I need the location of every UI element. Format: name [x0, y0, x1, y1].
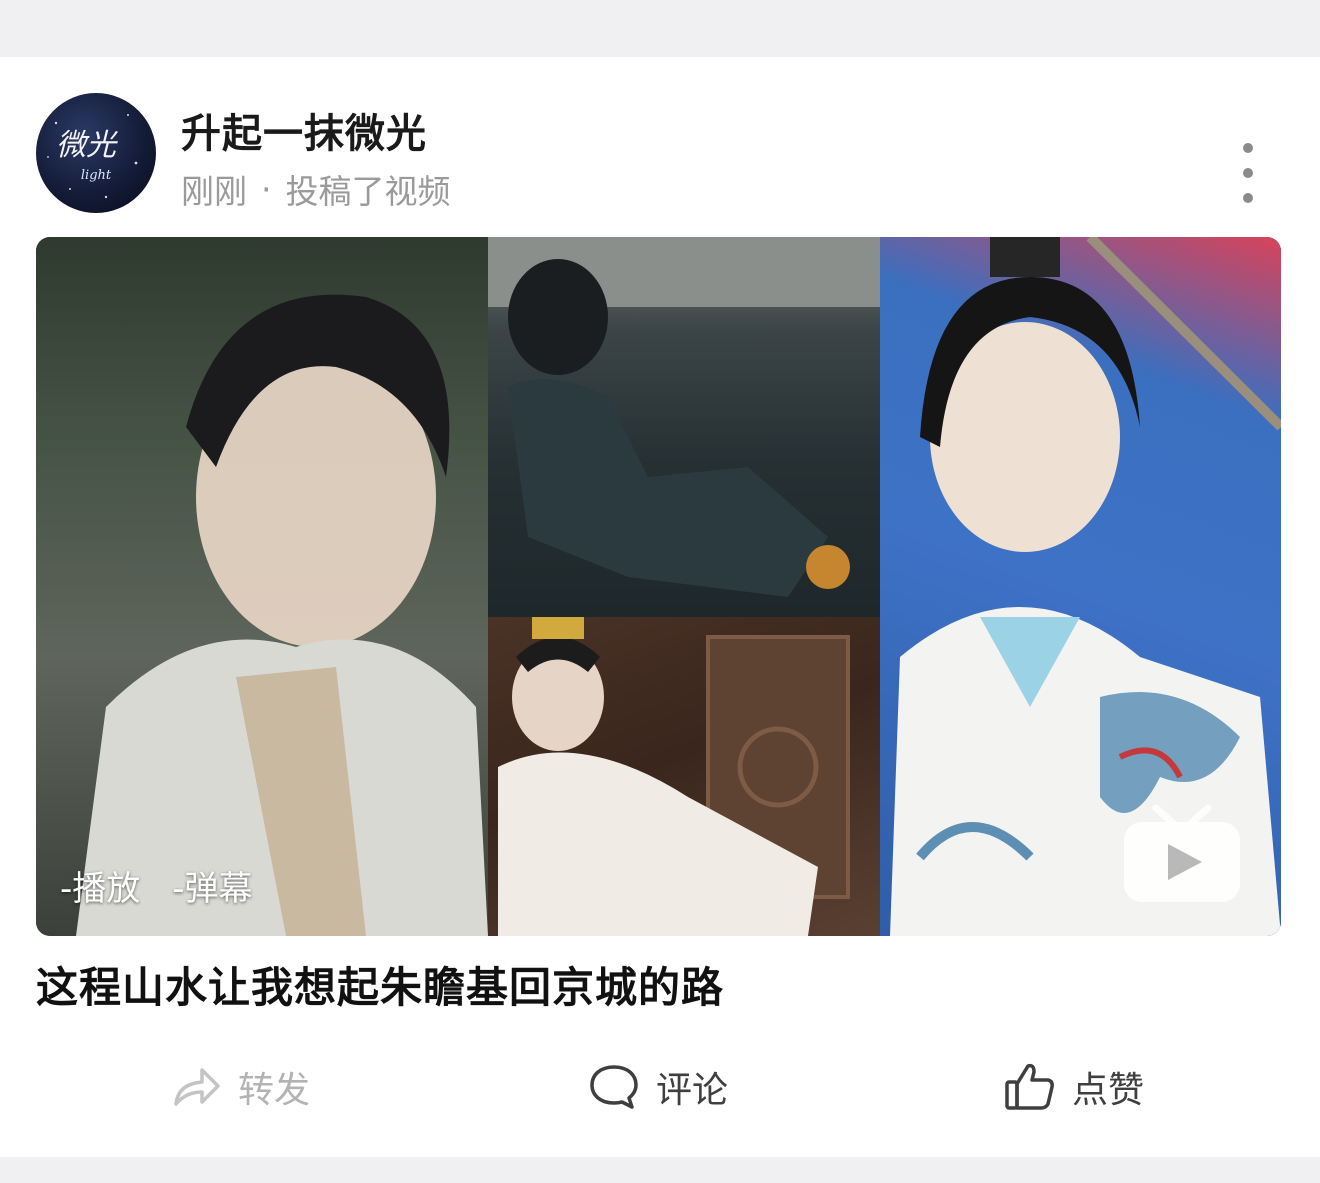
avatar-logo-text: 微光	[56, 128, 118, 163]
post-meta: 刚刚 · 投稿了视频	[181, 165, 451, 213]
repost-label: 转发	[238, 1070, 311, 1111]
more-options-icon[interactable]	[1232, 143, 1264, 203]
post-title[interactable]: 这程山水让我想起朱瞻基回京城的路	[36, 954, 724, 1015]
comment-button[interactable]: 评论	[588, 1061, 728, 1113]
repost-button[interactable]: 转发	[172, 1061, 310, 1113]
comment-label: 评论	[656, 1070, 729, 1111]
meta-separator: ·	[261, 169, 272, 209]
like-button[interactable]: 点赞	[1004, 1061, 1144, 1113]
share-arrow-icon	[174, 1068, 220, 1106]
post-card[interactable]: 微光 light 升起一抹微光 刚刚 · 投稿了视频 -播放 -弹幕 这程山水让…	[0, 57, 1320, 1157]
thumbnail-panel-mid-top	[488, 237, 880, 617]
comment-bubble-icon	[590, 1065, 638, 1109]
post-time: 刚刚	[181, 172, 247, 211]
video-thumbnail[interactable]: -播放 -弹幕	[36, 237, 1281, 936]
avatar-logo-icon: 微光 light	[47, 114, 138, 199]
avatar-logo-subtext: light	[81, 168, 112, 183]
video-stats: -播放 -弹幕	[60, 861, 253, 910]
thumbs-up-icon	[1005, 1063, 1054, 1110]
thumbnail-panel-left	[36, 237, 488, 936]
play-count: -播放	[60, 869, 141, 909]
thumbnail-panel-mid-bottom	[488, 617, 880, 936]
author-name[interactable]: 升起一抹微光	[181, 101, 427, 159]
author-avatar[interactable]: 微光 light	[36, 93, 156, 213]
danmaku-count: -弹幕	[172, 869, 253, 909]
post-action-text: 投稿了视频	[285, 172, 451, 211]
play-button-icon[interactable]	[1120, 802, 1244, 906]
like-label: 点赞	[1072, 1070, 1145, 1111]
